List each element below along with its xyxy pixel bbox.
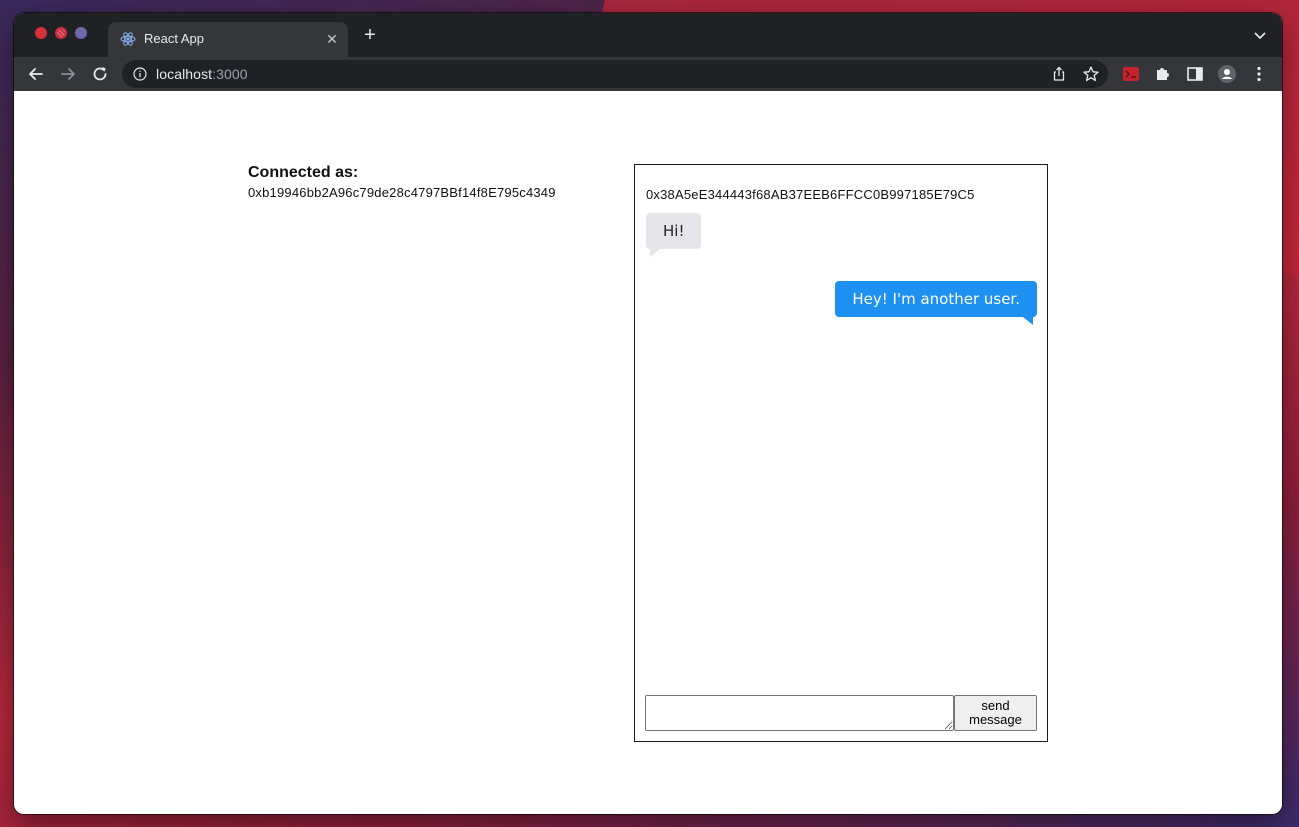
message-input[interactable]: [645, 695, 954, 731]
share-icon[interactable]: [1050, 65, 1068, 83]
react-atom-icon: [120, 32, 136, 46]
tab-react-app[interactable]: React App ✕: [108, 22, 348, 57]
url-port: :3000: [212, 66, 248, 82]
info-icon[interactable]: [133, 67, 147, 81]
back-icon[interactable]: [26, 64, 46, 84]
side-panel-icon[interactable]: [1185, 64, 1205, 84]
tab-search-chevron-icon[interactable]: [1252, 27, 1268, 43]
window-close-button[interactable]: [35, 27, 47, 39]
star-icon[interactable]: [1082, 65, 1100, 83]
window-minimize-button[interactable]: [55, 27, 67, 39]
page-viewport: Connected as: 0xb19946bb2A96c79de28c4797…: [14, 91, 1282, 814]
browser-toolbar: localhost:3000: [14, 57, 1282, 91]
outgoing-message-bubble: Hey! I'm another user.: [835, 281, 1037, 325]
forward-icon[interactable]: [58, 64, 78, 84]
chat-panel: 0x38A5eE344443f68AB37EEB6FFCC0B997185E79…: [634, 164, 1048, 742]
peer-address: 0x38A5eE344443f68AB37EEB6FFCC0B997185E79…: [646, 187, 975, 202]
address-bar[interactable]: localhost:3000: [122, 60, 1108, 88]
profile-icon[interactable]: [1217, 64, 1237, 84]
extension-red-icon[interactable]: [1121, 64, 1141, 84]
url-text[interactable]: localhost:3000: [156, 66, 248, 82]
message-composer: send message: [645, 695, 1037, 731]
reload-icon[interactable]: [90, 64, 110, 84]
send-message-button[interactable]: send message: [954, 695, 1037, 731]
url-host: localhost: [156, 66, 213, 82]
window-maximize-button[interactable]: [75, 27, 87, 39]
tab-title: React App: [144, 31, 204, 46]
puzzle-icon[interactable]: [1153, 64, 1173, 84]
incoming-message-bubble: Hi!: [646, 213, 702, 257]
new-tab-button[interactable]: +: [360, 25, 380, 45]
browser-window: React App ✕ + localhost:3000 Connected a…: [14, 13, 1282, 814]
tab-close-icon[interactable]: ✕: [324, 31, 340, 47]
tab-strip: React App ✕ +: [14, 13, 1282, 57]
connected-account-panel: Connected as: 0xb19946bb2A96c79de28c4797…: [248, 164, 556, 201]
connected-label: Connected as:: [248, 164, 359, 181]
menu-icon[interactable]: [1249, 64, 1269, 84]
desktop-background: React App ✕ + localhost:3000 Connected a…: [0, 0, 1299, 827]
connected-address: 0xb19946bb2A96c79de28c4797BBf14f8E795c43…: [248, 185, 556, 200]
